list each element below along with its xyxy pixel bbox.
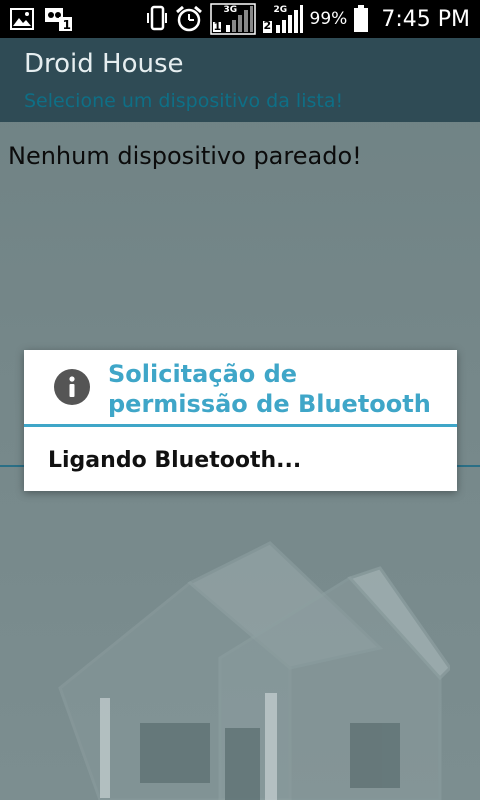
status-bar: 1 3G 1 2G 2 99% 7:45 PM xyxy=(0,0,480,38)
bluetooth-permission-dialog: Solicitação de permissão de Bluetooth Li… xyxy=(24,350,457,491)
sim1-network-label: 3G xyxy=(223,5,238,15)
voicemail-icon: 1 xyxy=(44,6,74,32)
dialog-header: Solicitação de permissão de Bluetooth xyxy=(24,350,457,426)
clock: 7:45 PM xyxy=(381,6,470,32)
sim1-slot-label: 1 xyxy=(213,20,222,33)
battery-icon xyxy=(353,5,369,33)
dialog-message: Ligando Bluetooth... xyxy=(48,448,302,473)
sim2-slot-label: 2 xyxy=(263,19,272,32)
battery-percent: 99% xyxy=(309,9,348,29)
vibrate-icon xyxy=(146,5,168,33)
info-icon xyxy=(54,369,90,405)
gallery-icon xyxy=(10,8,34,30)
alarm-icon xyxy=(174,4,204,34)
voicemail-sim-label: 1 xyxy=(62,18,71,32)
dialog-title-divider xyxy=(24,424,457,427)
signal-sim1-icon: 3G 1 xyxy=(209,3,256,35)
dialog-title: Solicitação de permissão de Bluetooth xyxy=(108,360,431,418)
signal-sim2-icon: 2G 2 xyxy=(262,3,304,35)
sim2-network-label: 2G xyxy=(273,5,288,15)
